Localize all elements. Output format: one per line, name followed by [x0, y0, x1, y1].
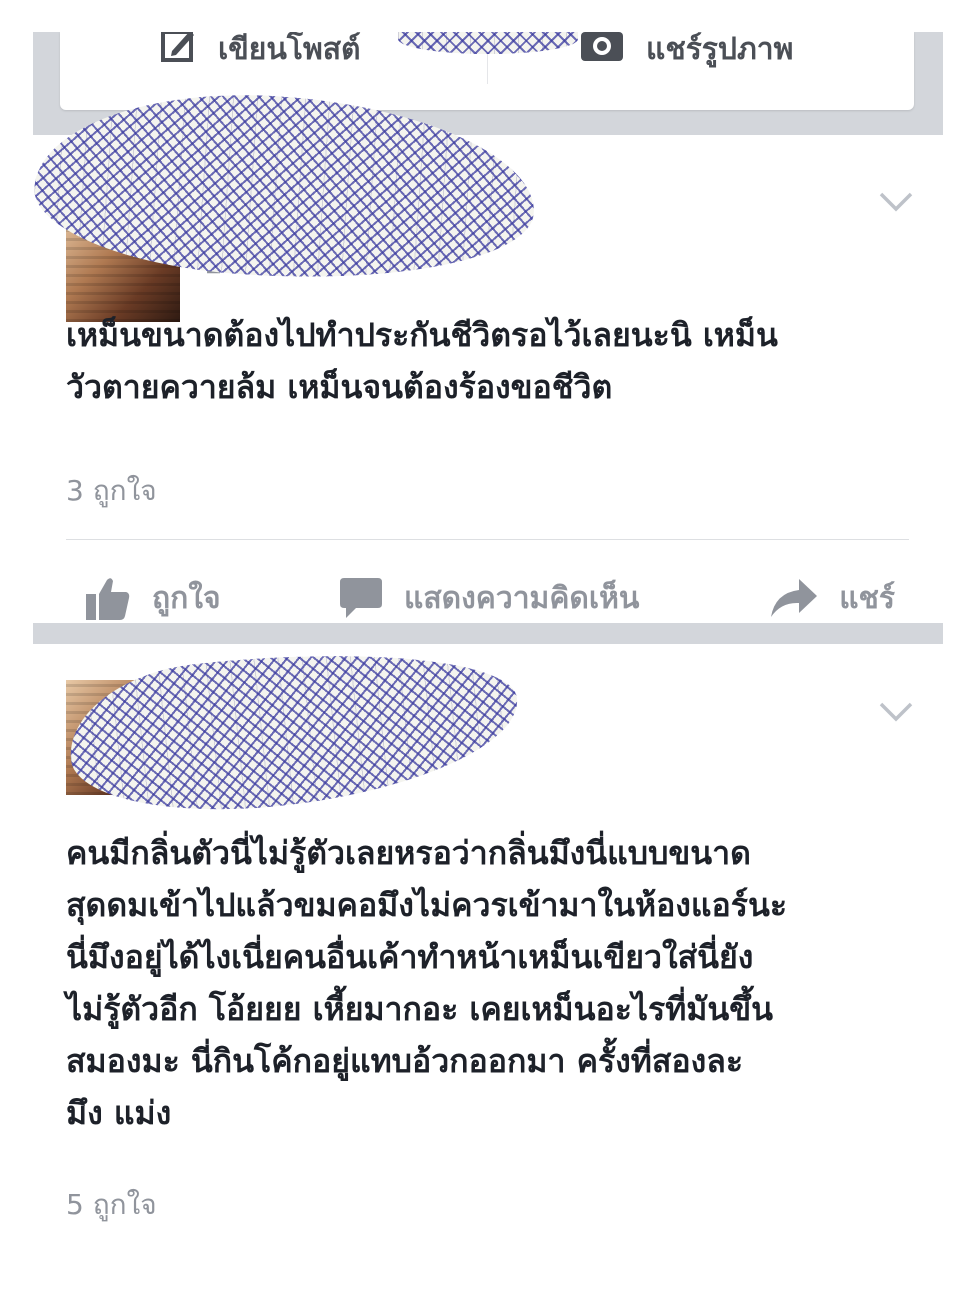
page-bottom [0, 1240, 975, 1300]
like-button[interactable]: ถูกใจ [86, 566, 221, 630]
post-actions: ถูกใจ แสดงความคิดเห็น แชร์ [66, 566, 909, 630]
share-photo-button[interactable]: แชร์รูปภาพ [580, 32, 793, 67]
like-count[interactable]: 3 ถูกใจ [66, 469, 157, 513]
post-body-line: มึง แม่ง [66, 1094, 172, 1132]
post-body-line: สุดดมเข้าไปแล้วขมคอมึงไม่ควรเข้ามาในห้อง… [66, 886, 788, 924]
post-card: 2 นาที เหม็นขนาดต้องไปทำประกันชีวิตรอไว้… [33, 79, 943, 623]
post-body-line: คนมีกลิ่นตัวนี่ไม่รู้ตัวเลยหรอว่ากลิ่นมึ… [66, 834, 751, 872]
comment-icon [340, 578, 382, 618]
post-body-line: เหม็นขนาดต้องไปทำประกันชีวิตรอไว้เลยนะนิ… [66, 316, 778, 354]
post-body-line: นี่มึงอยู่ได้ไงเนี่ยคนอื่นเค้าทำหน้าเหม็… [66, 938, 754, 976]
comment-label: แสดงความคิดเห็น [404, 580, 640, 616]
post-body: คนมีกลิ่นตัวนี่ไม่รู้ตัวเลยหรอว่ากลิ่นมึ… [66, 827, 916, 1139]
redaction-scribble [62, 630, 526, 828]
share-photo-label: แชร์รูปภาพ [646, 32, 794, 67]
share-icon [771, 579, 818, 617]
chevron-down-icon[interactable] [879, 702, 913, 722]
write-post-label: เขียนโพสต์ [218, 32, 361, 67]
share-label: แชร์ [839, 580, 895, 616]
share-button[interactable]: แชร์ [771, 566, 895, 630]
post-body-line: สมองมะ นี่กินโค้กอยู่แทบอ้วกออกมา ครั้งท… [66, 1042, 744, 1080]
like-icon [86, 576, 130, 620]
post-body-line: ไม่รู้ตัวอีก โอ้ยยย เหี้ยมากอะ เคยเหม็นอ… [66, 990, 774, 1028]
post-card: คนมีกลิ่นตัวนี่ไม่รู้ตัวเลยหรอว่ากลิ่นมึ… [33, 630, 943, 1272]
edit-icon [160, 32, 196, 71]
news-feed: เขียนโพสต์ แชร์รูปภาพ 2 นาที เหม็นขนาดต้… [33, 32, 943, 1272]
comment-button[interactable]: แสดงความคิดเห็น [340, 566, 639, 630]
post-body-line: วัวตายควายล้ม เหม็นจนต้องร้องขอชีวิต [66, 368, 613, 406]
post-body: เหม็นขนาดต้องไปทำประกันชีวิตรอไว้เลยนะนิ… [66, 309, 916, 413]
like-count[interactable]: 5 ถูกใจ [66, 1183, 157, 1227]
camera-icon [580, 32, 624, 70]
feed-gap [33, 623, 943, 644]
chevron-down-icon[interactable] [879, 192, 913, 212]
like-label: ถูกใจ [152, 580, 221, 616]
write-post-button[interactable]: เขียนโพสต์ [160, 32, 361, 67]
divider [66, 539, 909, 540]
